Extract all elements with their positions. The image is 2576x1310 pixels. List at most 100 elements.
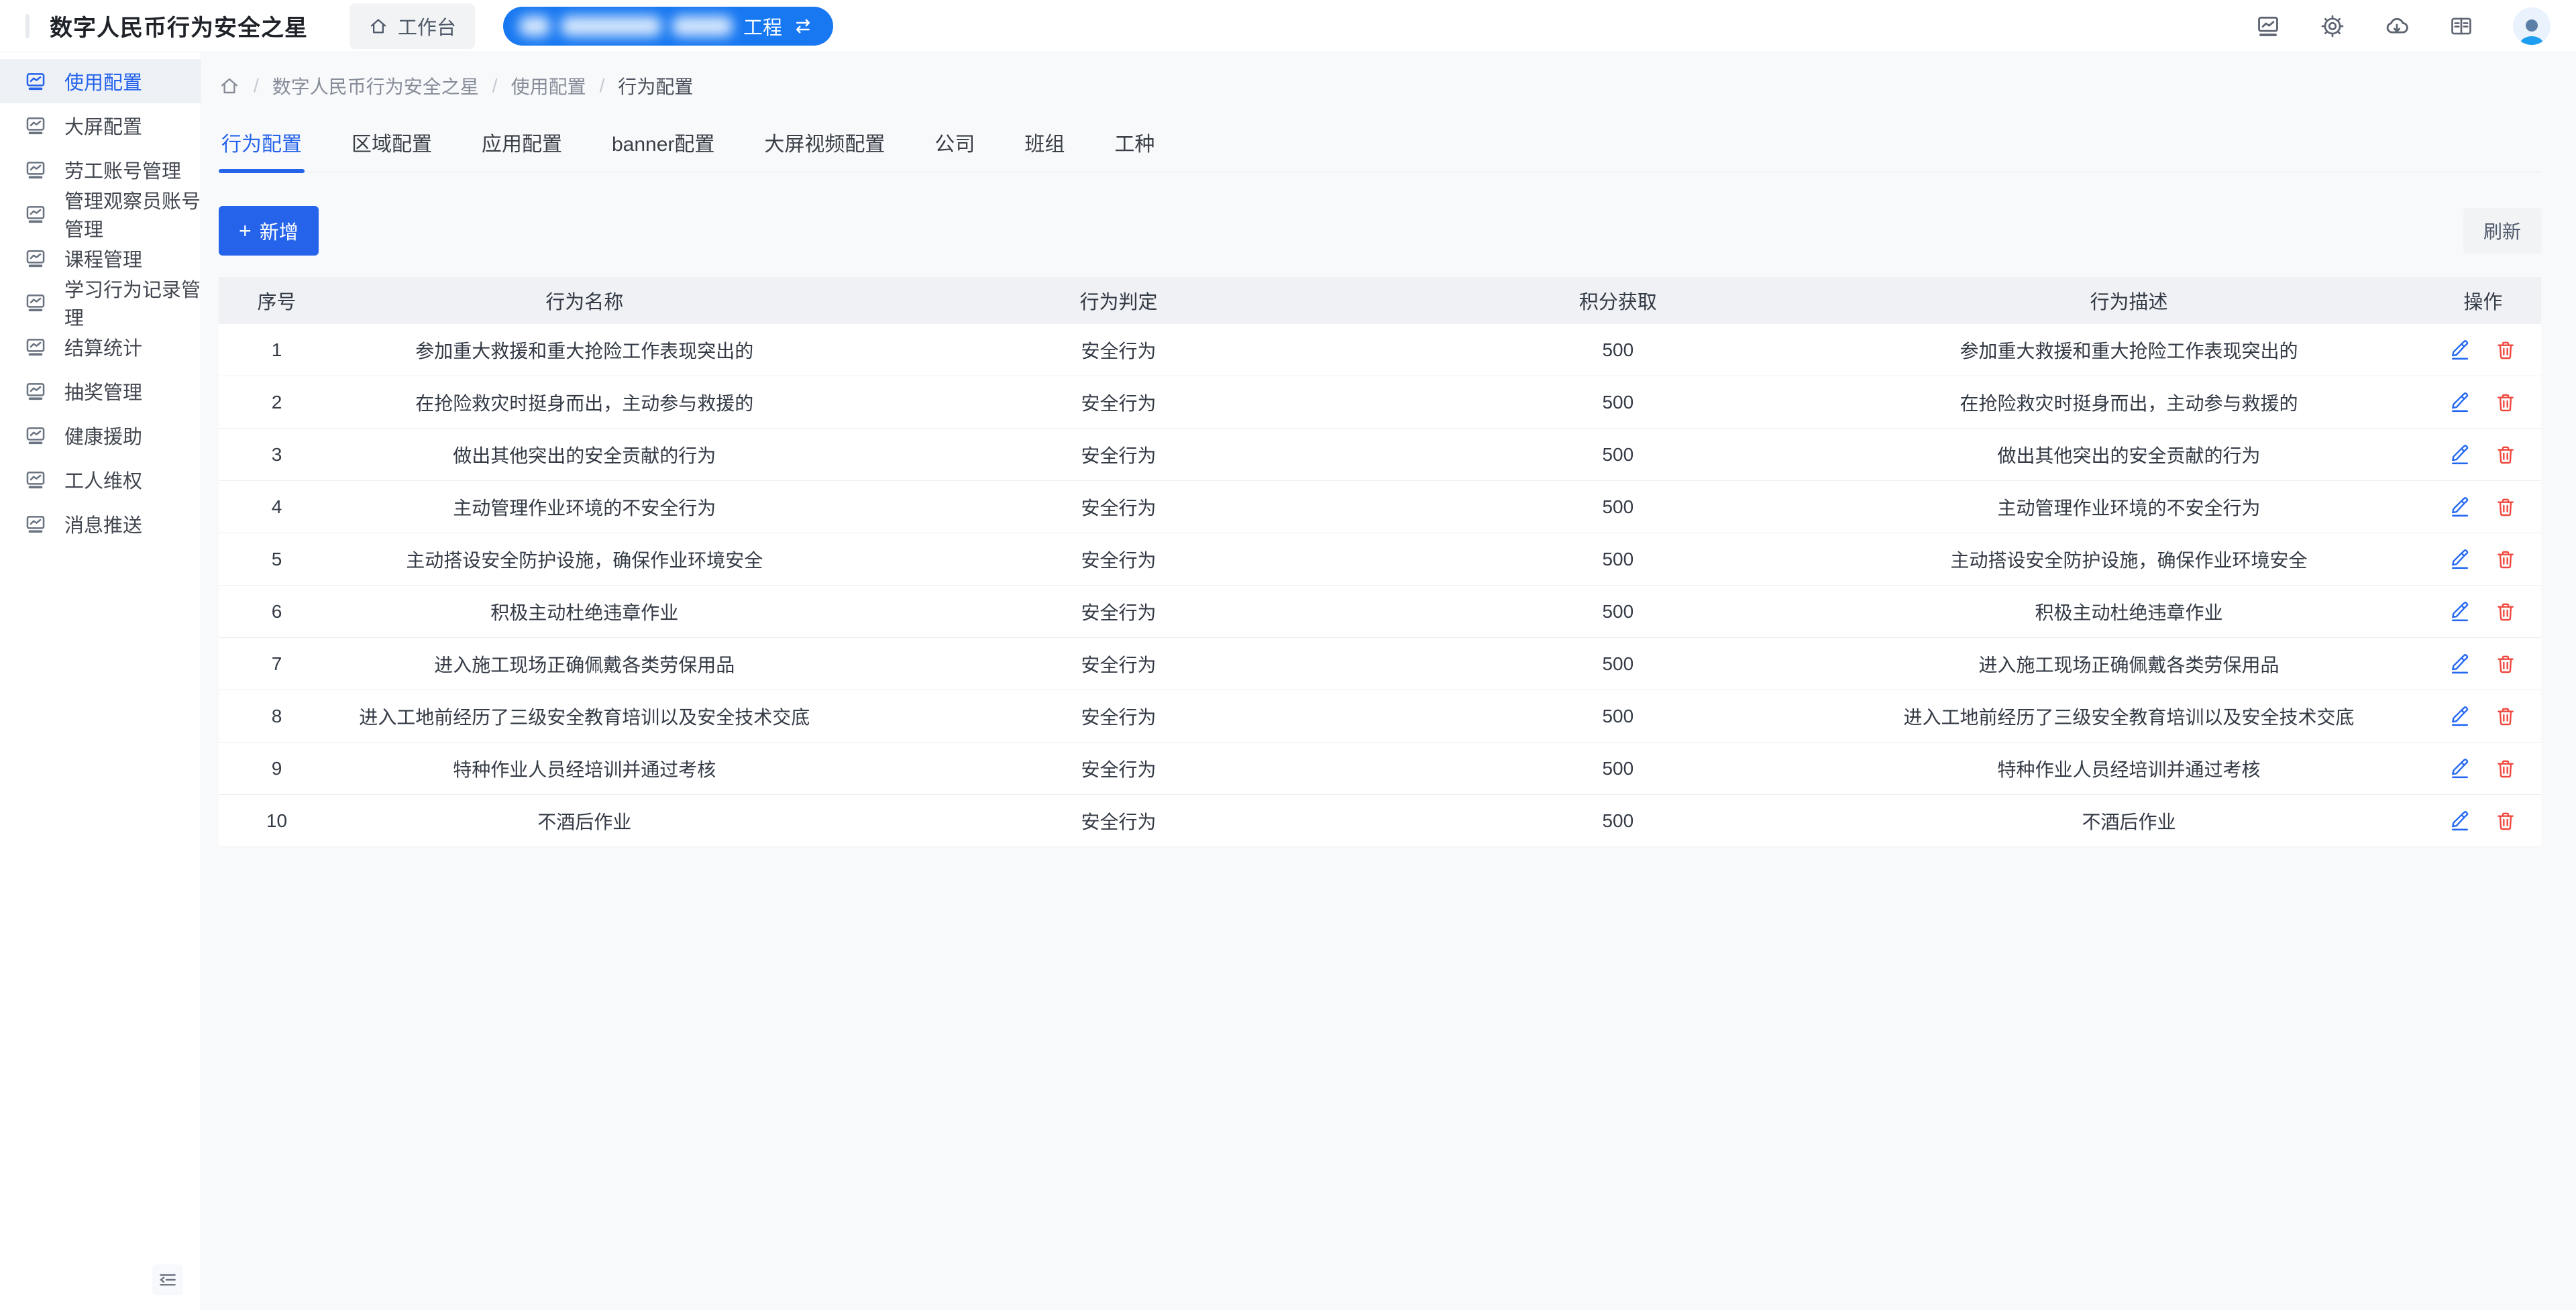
redacted-text: [672, 16, 733, 36]
sidebar-item-label: 结算统计: [64, 333, 142, 361]
sidebar-item-9[interactable]: 工人维权: [0, 457, 201, 502]
breadcrumb-item[interactable]: 行为配置: [618, 72, 693, 99]
delete-icon[interactable]: [2495, 706, 2516, 727]
user-avatar[interactable]: [2513, 7, 2551, 45]
delete-icon[interactable]: [2495, 549, 2516, 570]
column-header: 积分获取: [1403, 277, 1833, 324]
score-cell: 500: [1403, 481, 1833, 533]
screen-icon: [24, 380, 47, 402]
sidebar-item-label: 劳工账号管理: [64, 156, 181, 184]
screen-icon: [24, 70, 47, 93]
breadcrumb-item[interactable]: 数字人民币行为安全之星: [272, 72, 479, 99]
workbench-label: 工作台: [398, 12, 456, 40]
sidebar-item-0[interactable]: 使用配置: [0, 59, 201, 103]
behavior-description-cell: 主动搭设安全防护设施，确保作业环境安全: [1833, 533, 2425, 586]
edit-icon[interactable]: [2449, 496, 2471, 518]
table-row: 9特种作业人员经培训并通过考核安全行为500特种作业人员经培训并通过考核: [219, 743, 2541, 795]
score-cell: 500: [1403, 638, 1833, 690]
behavior-judgment-cell: 安全行为: [834, 586, 1403, 638]
table-row: 8进入工地前经历了三级安全教育培训以及安全技术交底安全行为500进入工地前经历了…: [219, 690, 2541, 743]
behavior-judgment-cell: 安全行为: [834, 690, 1403, 743]
edit-icon[interactable]: [2449, 653, 2471, 675]
breadcrumb-separator: /: [492, 75, 498, 97]
screen-icon: [24, 291, 47, 314]
table-row: 3做出其他突出的安全贡献的行为安全行为500做出其他突出的安全贡献的行为: [219, 429, 2541, 481]
behavior-name-cell: 特种作业人员经培训并通过考核: [335, 743, 834, 795]
refresh-button[interactable]: 刷新: [2463, 208, 2541, 254]
breadcrumb-item[interactable]: 使用配置: [511, 72, 586, 99]
score-cell: 500: [1403, 743, 1833, 795]
behavior-name-cell: 积极主动杜绝违章作业: [335, 586, 834, 638]
behavior-judgment-cell: 安全行为: [834, 481, 1403, 533]
column-header: 行为判定: [834, 277, 1403, 324]
docs-book-icon[interactable]: [2449, 13, 2474, 39]
dashboard-icon[interactable]: [2255, 13, 2281, 39]
project-switcher-button[interactable]: 工程: [503, 7, 833, 46]
delete-icon[interactable]: [2495, 601, 2516, 622]
sidebar-item-3[interactable]: 管理观察员账号管理: [0, 192, 201, 236]
tab-4[interactable]: 大屏视频配置: [761, 127, 888, 172]
tab-6[interactable]: 班组: [1022, 127, 1067, 172]
sidebar-item-6[interactable]: 结算统计: [0, 325, 201, 369]
delete-icon[interactable]: [2495, 339, 2516, 361]
workbench-button[interactable]: 工作台: [350, 3, 475, 49]
app-title: 数字人民币行为安全之星: [50, 9, 308, 42]
screen-icon: [24, 203, 47, 225]
sidebar-item-5[interactable]: 学习行为记录管理: [0, 280, 201, 325]
sidebar-item-label: 大屏配置: [64, 111, 142, 140]
behavior-table: 序号行为名称行为判定积分获取行为描述操作 1参加重大救援和重大抢险工作表现突出的…: [219, 277, 2541, 847]
delete-icon[interactable]: [2495, 810, 2516, 832]
behavior-description-cell: 进入施工现场正确佩戴各类劳保用品: [1833, 638, 2425, 690]
edit-icon[interactable]: [2449, 444, 2471, 466]
behavior-description-cell: 主动管理作业环境的不安全行为: [1833, 481, 2425, 533]
score-cell: 500: [1403, 376, 1833, 429]
behavior-description-cell: 做出其他突出的安全贡献的行为: [1833, 429, 2425, 481]
delete-icon[interactable]: [2495, 653, 2516, 675]
delete-icon[interactable]: [2495, 392, 2516, 413]
tab-5[interactable]: 公司: [932, 127, 977, 172]
behavior-description-cell: 在抢险救灾时挺身而出，主动参与救援的: [1833, 376, 2425, 429]
sidebar-item-label: 抽奖管理: [64, 377, 142, 405]
topbar: 数字人民币行为安全之星 工作台 工程: [0, 0, 2576, 52]
plus-icon: +: [239, 220, 252, 241]
row-index-cell: 8: [219, 690, 335, 743]
sidebar-item-label: 课程管理: [64, 244, 142, 272]
edit-icon[interactable]: [2449, 706, 2471, 727]
sidebar-item-10[interactable]: 消息推送: [0, 502, 201, 546]
table-row: 4主动管理作业环境的不安全行为安全行为500主动管理作业环境的不安全行为: [219, 481, 2541, 533]
tab-1[interactable]: 区域配置: [349, 127, 435, 172]
tab-2[interactable]: 应用配置: [479, 127, 565, 172]
sidebar-item-label: 使用配置: [64, 67, 142, 95]
add-button[interactable]: + 新增: [219, 206, 319, 256]
breadcrumb-home-icon[interactable]: [219, 75, 240, 97]
tab-3[interactable]: banner配置: [609, 127, 717, 172]
sidebar-item-1[interactable]: 大屏配置: [0, 103, 201, 148]
tab-0[interactable]: 行为配置: [219, 127, 305, 172]
sidebar-item-7[interactable]: 抽奖管理: [0, 369, 201, 413]
cloud-download-icon[interactable]: [2384, 13, 2410, 39]
behavior-name-cell: 主动管理作业环境的不安全行为: [335, 481, 834, 533]
table-body: 1参加重大救援和重大抢险工作表现突出的安全行为500参加重大救援和重大抢险工作表…: [219, 324, 2541, 847]
edit-icon[interactable]: [2449, 601, 2471, 622]
tab-7[interactable]: 工种: [1112, 127, 1157, 172]
edit-icon[interactable]: [2449, 549, 2471, 570]
behavior-judgment-cell: 安全行为: [834, 743, 1403, 795]
edit-icon[interactable]: [2449, 339, 2471, 361]
behavior-description-cell: 进入工地前经历了三级安全教育培训以及安全技术交底: [1833, 690, 2425, 743]
toolbar: + 新增 刷新: [219, 206, 2541, 256]
breadcrumb-separator: /: [254, 75, 259, 97]
sidebar-item-label: 学习行为记录管理: [64, 274, 201, 331]
topbar-actions: [2255, 7, 2551, 45]
sidebar-collapse-icon[interactable]: [152, 1264, 183, 1295]
edit-icon[interactable]: [2449, 810, 2471, 832]
delete-icon[interactable]: [2495, 444, 2516, 466]
delete-icon[interactable]: [2495, 496, 2516, 518]
settings-gear-icon[interactable]: [2320, 13, 2345, 39]
add-button-label: 新增: [260, 217, 299, 245]
delete-icon[interactable]: [2495, 758, 2516, 779]
table-row: 10不酒后作业安全行为500不酒后作业: [219, 795, 2541, 847]
edit-icon[interactable]: [2449, 758, 2471, 779]
sidebar-item-8[interactable]: 健康援助: [0, 413, 201, 457]
screen-icon: [24, 424, 47, 447]
edit-icon[interactable]: [2449, 392, 2471, 413]
